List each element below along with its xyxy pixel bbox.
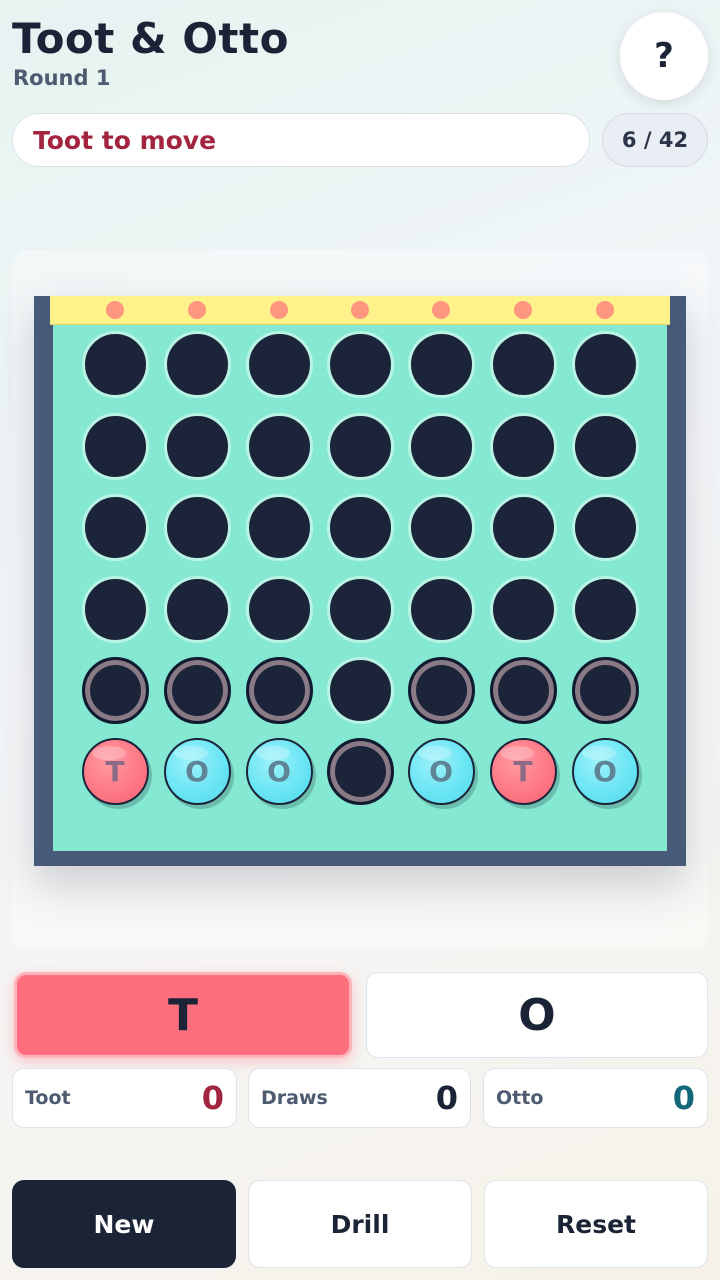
- playable-cell-r5c2[interactable]: [163, 656, 231, 724]
- help-button[interactable]: ?: [620, 12, 708, 100]
- empty-cell-r2c4[interactable]: [326, 412, 394, 480]
- empty-cell-r3c4[interactable]: [326, 493, 394, 561]
- draws-score-label: Draws: [261, 1087, 328, 1109]
- move-counter: 6 / 42: [602, 113, 708, 167]
- empty-cell-r1c3[interactable]: [245, 330, 313, 398]
- turn-status: Toot to move: [12, 113, 590, 167]
- empty-cell-r1c2[interactable]: [163, 330, 231, 398]
- empty-cell-r3c5[interactable]: [407, 493, 475, 561]
- empty-cell-r4c1[interactable]: [81, 575, 149, 643]
- empty-cell-r3c2[interactable]: [163, 493, 231, 561]
- letter-t-button[interactable]: T: [14, 972, 352, 1058]
- empty-cell-r1c5[interactable]: [407, 330, 475, 398]
- empty-cell-r2c6[interactable]: [489, 412, 557, 480]
- empty-cell-r4c5[interactable]: [407, 575, 475, 643]
- page-title: Toot & Otto: [12, 14, 289, 63]
- piece-t-r6c1[interactable]: T: [81, 737, 149, 805]
- playable-cell-r5c7[interactable]: [571, 656, 639, 724]
- round-label: Round 1: [13, 66, 111, 90]
- empty-cell-r2c1[interactable]: [81, 412, 149, 480]
- empty-cell-r2c3[interactable]: [245, 412, 313, 480]
- draws-score-value: 0: [435, 1079, 458, 1117]
- drop-column-6-marker[interactable]: [514, 301, 532, 319]
- otto-score-card: Otto 0: [483, 1068, 708, 1128]
- empty-cell-r4c7[interactable]: [571, 575, 639, 643]
- empty-cell-r2c2[interactable]: [163, 412, 231, 480]
- drop-column-7-marker[interactable]: [596, 301, 614, 319]
- empty-cell-r3c1[interactable]: [81, 493, 149, 561]
- drop-column-2-marker[interactable]: [188, 301, 206, 319]
- empty-cell-r1c4[interactable]: [326, 330, 394, 398]
- playable-cell-r5c6[interactable]: [489, 656, 557, 724]
- empty-cell-r4c3[interactable]: [245, 575, 313, 643]
- reset-button[interactable]: Reset: [484, 1180, 708, 1268]
- empty-cell-r4c6[interactable]: [489, 575, 557, 643]
- piece-letter: O: [593, 754, 617, 788]
- draws-score-card: Draws 0: [248, 1068, 471, 1128]
- empty-cell-r4c2[interactable]: [163, 575, 231, 643]
- drop-column-3-marker[interactable]: [270, 301, 288, 319]
- empty-cell-r1c7[interactable]: [571, 330, 639, 398]
- playable-cell-r5c5[interactable]: [407, 656, 475, 724]
- piece-letter: T: [105, 754, 125, 788]
- drop-column-1-marker[interactable]: [106, 301, 124, 319]
- toot-score-card: Toot 0: [12, 1068, 237, 1128]
- piece-t-r6c6[interactable]: T: [489, 737, 557, 805]
- empty-cell-r1c6[interactable]: [489, 330, 557, 398]
- empty-cell-r3c6[interactable]: [489, 493, 557, 561]
- playable-cell-r6c4[interactable]: [326, 737, 394, 805]
- drop-column-4-marker[interactable]: [351, 301, 369, 319]
- piece-letter: O: [185, 754, 209, 788]
- piece-o-r6c3[interactable]: O: [245, 737, 313, 805]
- piece-letter: O: [267, 754, 291, 788]
- drill-button[interactable]: Drill: [248, 1180, 472, 1268]
- new-game-button[interactable]: New: [12, 1180, 236, 1268]
- playable-cell-r5c1[interactable]: [81, 656, 149, 724]
- piece-o-r6c5[interactable]: O: [407, 737, 475, 805]
- empty-cell-r1c1[interactable]: [81, 330, 149, 398]
- piece-letter: T: [513, 754, 533, 788]
- empty-cell-r2c7[interactable]: [571, 412, 639, 480]
- piece-o-r6c2[interactable]: O: [163, 737, 231, 805]
- empty-cell-r4c4[interactable]: [326, 575, 394, 643]
- piece-o-r6c7[interactable]: O: [571, 737, 639, 805]
- otto-score-label: Otto: [496, 1087, 544, 1109]
- otto-score-value: 0: [672, 1079, 695, 1117]
- playable-cell-r5c3[interactable]: [245, 656, 313, 724]
- toot-score-value: 0: [201, 1079, 224, 1117]
- empty-cell-r2c5[interactable]: [407, 412, 475, 480]
- empty-cell-r3c7[interactable]: [571, 493, 639, 561]
- empty-cell-r5c4[interactable]: [326, 656, 394, 724]
- piece-letter: O: [429, 754, 453, 788]
- letter-o-button[interactable]: O: [366, 972, 708, 1058]
- empty-cell-r3c3[interactable]: [245, 493, 313, 561]
- toot-score-label: Toot: [25, 1087, 71, 1109]
- drop-column-5-marker[interactable]: [432, 301, 450, 319]
